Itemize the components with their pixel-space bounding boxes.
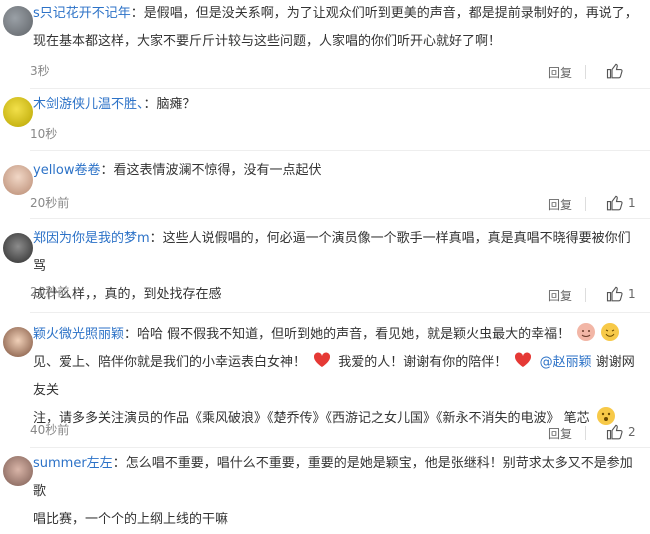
username-link[interactable]: 颖火微光照丽颖 bbox=[33, 327, 124, 342]
comment-body: ：脑瘫？ bbox=[143, 97, 196, 112]
separator bbox=[585, 197, 586, 211]
username-link[interactable]: yellow卷卷 bbox=[33, 163, 101, 178]
avatar[interactable] bbox=[3, 97, 33, 127]
reply-button[interactable]: 回复 bbox=[548, 425, 572, 442]
laugh-emoji-icon bbox=[601, 323, 620, 341]
comment-body-cont: 注，请多多关注演员的作品《乘风破浪》《楚乔传》《西游记之女儿国》《新永不消失的电… bbox=[33, 411, 590, 426]
separator bbox=[585, 288, 586, 302]
like-button[interactable] bbox=[606, 62, 628, 80]
comment-item: summer左左：怎么唱不重要，唱什么不重要，重要的是她是颖宝，他是张继科！别苛… bbox=[0, 448, 650, 527]
separator bbox=[585, 426, 586, 440]
comment-item: s只记花开不记年：是假唱，但是没关系啊，为了让观众们听到更美的声音，都是提前录制… bbox=[0, 0, 650, 88]
timestamp: 20秒前 bbox=[30, 285, 70, 299]
username-link[interactable]: s只记花开不记年 bbox=[33, 6, 131, 21]
comment-text: summer左左：怎么唱不重要，唱什么不重要，重要的是她是颖宝，他是张继科！别苛… bbox=[33, 450, 642, 534]
thumbs-up-icon bbox=[606, 424, 623, 440]
comment-body-cont: 唱比赛，一个个的上纲上线的干嘛 bbox=[33, 512, 229, 527]
like-count: 1 bbox=[628, 287, 636, 301]
comment-body: ：哈哈 假不假我不知道，但听到她的声音，看见她，就是颖火虫最大的幸福！ bbox=[124, 327, 571, 342]
timestamp: 10秒 bbox=[30, 127, 58, 141]
comment-body: ：看这表情波澜不惊得，没有一点起伏 bbox=[100, 163, 322, 178]
comment-item: 郑因为你是我的梦m：这些人说假唱的，何必逼一个演员像一个歌手一样真唱，真是真唱不… bbox=[0, 219, 650, 311]
timestamp: 20秒前 bbox=[30, 196, 70, 210]
like-count: 2 bbox=[628, 425, 636, 439]
username-link[interactable]: summer左左 bbox=[33, 456, 113, 471]
comment-body-cont: 现在基本都这样，大家不要斤斤计较与这些问题，人家唱的你们听开心就好了啊！ bbox=[33, 34, 502, 49]
avatar[interactable] bbox=[3, 165, 33, 195]
like-button[interactable]: 1 bbox=[606, 285, 636, 303]
comment-text: 木剑游侠儿温不胜、：脑瘫？ bbox=[33, 91, 642, 119]
comment-body-cont: 见、爱上、陪伴你就是我们的小幸运表白女神！ bbox=[33, 355, 307, 370]
like-button[interactable]: 2 bbox=[606, 423, 636, 441]
like-button[interactable]: 1 bbox=[606, 194, 636, 212]
blush-emoji-icon bbox=[577, 323, 596, 341]
comment-body: ：怎么唱不重要，唱什么不重要，重要的是她是颖宝，他是张继科！别苛求太多又不是参加… bbox=[33, 456, 633, 499]
like-count: 1 bbox=[628, 196, 636, 210]
comment-text: 颖火微光照丽颖：哈哈 假不假我不知道，但听到她的声音，看见她，就是颖火虫最大的幸… bbox=[33, 321, 642, 433]
timestamp: 40秒前 bbox=[30, 423, 70, 437]
comment-item: yellow卷卷：看这表情波澜不惊得，没有一点起伏 20秒前 回复 1 bbox=[0, 151, 650, 213]
comment-text: yellow卷卷：看这表情波澜不惊得，没有一点起伏 bbox=[33, 157, 642, 185]
thumbs-up-icon bbox=[606, 286, 623, 302]
reply-button[interactable]: 回复 bbox=[548, 64, 572, 81]
avatar[interactable] bbox=[3, 233, 33, 263]
comment-item: 木剑游侠儿温不胜、：脑瘫？ 10秒 bbox=[0, 89, 650, 149]
avatar[interactable] bbox=[3, 327, 33, 357]
separator bbox=[585, 65, 586, 79]
timestamp: 3秒 bbox=[30, 64, 50, 78]
comment-item: 颖火微光照丽颖：哈哈 假不假我不知道，但听到她的声音，看见她，就是颖火虫最大的幸… bbox=[0, 313, 650, 447]
heart-icon bbox=[515, 352, 532, 367]
username-link[interactable]: 木剑游侠儿温不胜、 bbox=[33, 97, 144, 112]
mention-link[interactable]: @赵丽颖 bbox=[540, 355, 592, 370]
avatar[interactable] bbox=[3, 6, 33, 36]
thumbs-up-icon bbox=[606, 195, 623, 211]
avatar[interactable] bbox=[3, 456, 33, 486]
reply-button[interactable]: 回复 bbox=[548, 196, 572, 213]
reply-button[interactable]: 回复 bbox=[548, 287, 572, 304]
comment-text: s只记花开不记年：是假唱，但是没关系啊，为了让观众们听到更美的声音，都是提前录制… bbox=[33, 0, 642, 56]
heart-icon bbox=[314, 352, 331, 367]
username-link[interactable]: 郑因为你是我的梦m bbox=[33, 231, 150, 246]
thumbs-up-icon bbox=[606, 63, 623, 79]
comment-body-cont: 我爱的人！谢谢有你的陪伴！ bbox=[338, 355, 508, 370]
comment-body: ：是假唱，但是没关系啊，为了让观众们听到更美的声音，都是提前录制好的，再说了， bbox=[130, 6, 638, 21]
